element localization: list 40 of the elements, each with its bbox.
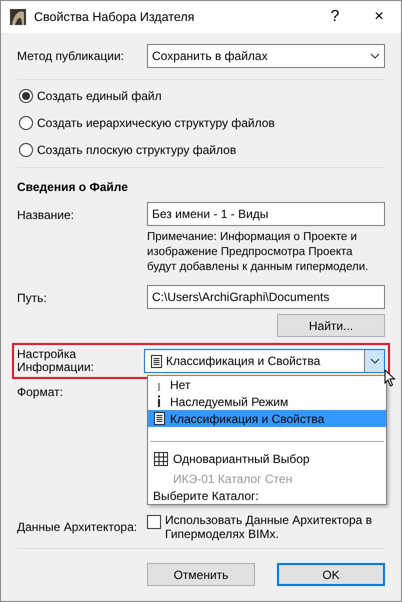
- checkbox-option[interactable]: Использовать Данные Архитектора в Гипермоделях BIMx.: [147, 513, 385, 541]
- dropdown-option[interactable]: Выберите Каталог:: [148, 487, 386, 504]
- radio-option[interactable]: Создать иерархическую структуру файлов: [17, 114, 385, 132]
- help-button[interactable]: ?: [313, 1, 357, 33]
- grid-icon: [154, 452, 168, 466]
- method-dropdown[interactable]: Сохранить в файлах: [147, 44, 385, 68]
- radio-button[interactable]: [19, 143, 33, 157]
- dropdown-value: Сохранить в файлах: [152, 48, 268, 65]
- radio-option[interactable]: Создать плоскую структуру файлов: [17, 141, 385, 159]
- document-icon: [151, 354, 162, 368]
- dialog-button[interactable]: OK: [277, 563, 385, 586]
- field-label: Путь:: [17, 290, 48, 307]
- document-icon: [154, 412, 165, 425]
- dropdown-value: Классификация и Свойства: [166, 353, 322, 370]
- radio-button[interactable]: [19, 89, 33, 103]
- field-label: Настройка Информации:: [17, 348, 96, 374]
- field-label: Метод публикации:: [17, 48, 125, 65]
- field-label: Формат:: [17, 384, 64, 401]
- radio-option[interactable]: Создать единый файл: [17, 87, 385, 105]
- info-setting-dropdown[interactable]: Классификация и Свойства: [144, 349, 385, 373]
- browse-button[interactable]: Найти...: [277, 314, 385, 337]
- dropdown-option[interactable]: Одновариантный Выбор: [148, 448, 386, 470]
- dropdown-option[interactable]: Наследуемый Режим: [148, 393, 386, 410]
- window-title: Свойства Набора Издателя: [34, 8, 196, 26]
- checkbox[interactable]: [147, 515, 161, 529]
- dropdown-option[interactable]: Классификация и Свойства: [148, 410, 386, 427]
- dropdown-arrow-button[interactable]: [364, 350, 384, 372]
- section-heading: Сведения о Файле: [17, 179, 129, 196]
- dialog-button[interactable]: Отменить: [147, 563, 255, 586]
- close-button[interactable]: ×: [357, 1, 401, 33]
- path-field[interactable]: C:\Users\ArchiGraphi\Documents: [147, 285, 385, 309]
- note-text: Примечание: Информация о Проекте и изображение Предпросмотра Проекта будут добавлены к данным гипермодели.: [147, 230, 370, 275]
- chevron-icon: [370, 53, 380, 59]
- name-field[interactable]: Без имени - 1 - Виды: [147, 202, 385, 226]
- radio-button[interactable]: [19, 116, 33, 130]
- app-logo-icon: [10, 9, 26, 25]
- field-label: Название:: [17, 207, 75, 224]
- chevron-icon: [370, 358, 380, 364]
- field-label: Данные Архитектора:: [17, 519, 138, 536]
- dropdown-option[interactable]: Нет: [148, 376, 386, 393]
